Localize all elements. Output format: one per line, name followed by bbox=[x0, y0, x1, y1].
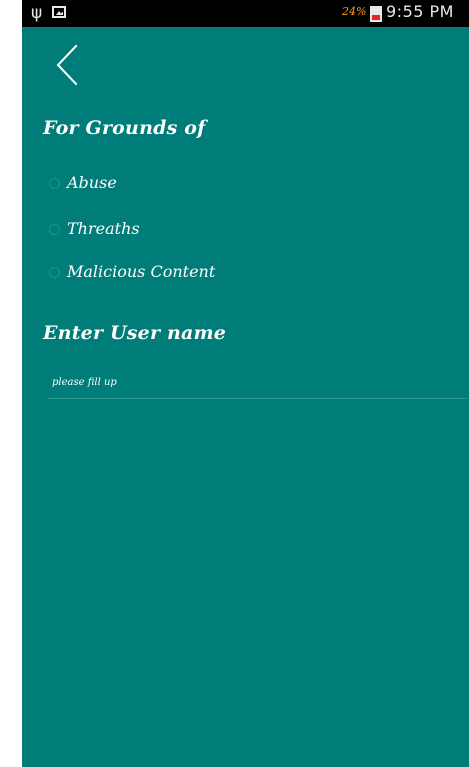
radio-circle-icon[interactable] bbox=[49, 178, 60, 189]
username-title: Enter User name bbox=[43, 322, 227, 344]
grounds-option-label: Abuse bbox=[67, 173, 117, 192]
username-input[interactable] bbox=[47, 367, 467, 399]
radio-circle-icon[interactable] bbox=[49, 267, 60, 278]
usb-icon: ψ bbox=[31, 3, 43, 23]
battery-low-icon bbox=[370, 4, 382, 22]
clock-time: 9:55 PM bbox=[386, 2, 454, 21]
chevron-left-icon bbox=[56, 44, 78, 86]
grounds-option-label: Threaths bbox=[67, 219, 140, 238]
gallery-icon bbox=[52, 6, 66, 18]
radio-circle-icon[interactable] bbox=[49, 224, 60, 235]
status-bar: ψ 24% 9:55 PM bbox=[22, 0, 469, 27]
report-screen: ψ 24% 9:55 PM For Grounds of Abuse Threa… bbox=[22, 0, 469, 767]
grounds-option-label: Malicious Content bbox=[67, 262, 216, 281]
battery-percent: 24% bbox=[342, 5, 367, 18]
grounds-title: For Grounds of bbox=[43, 117, 206, 139]
back-button[interactable] bbox=[56, 44, 78, 86]
